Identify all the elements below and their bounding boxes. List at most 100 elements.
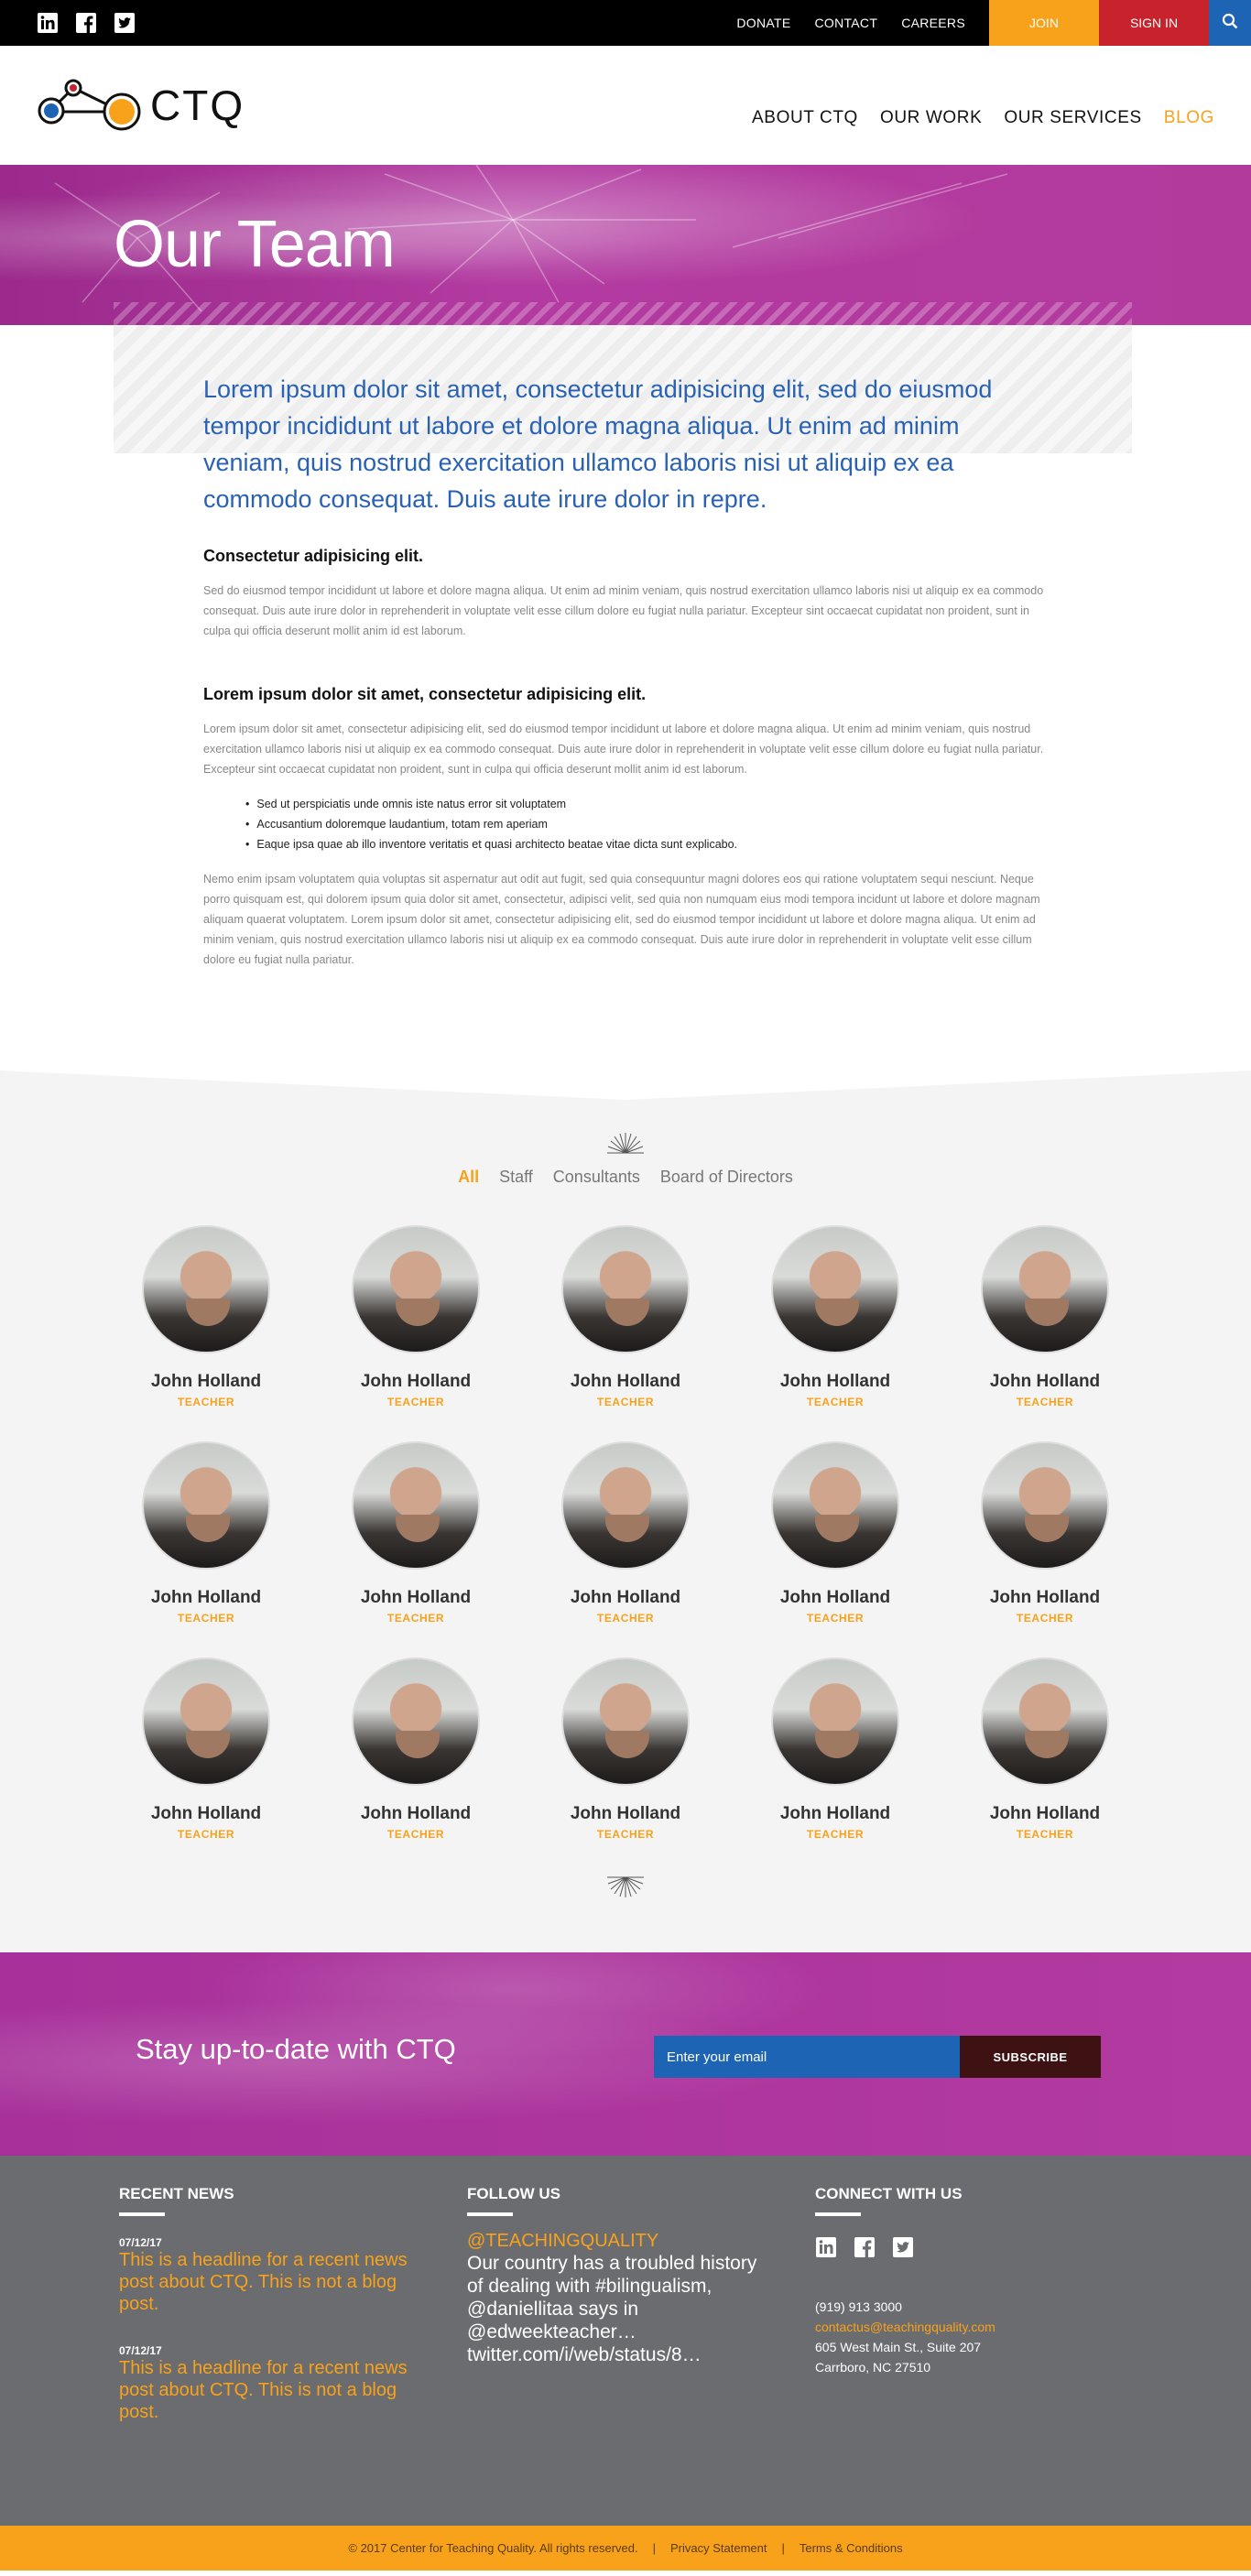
avatar [771,1225,899,1353]
recent-news-column: RECENT NEWS 07/12/17 This is a headline … [119,2185,467,2526]
connect-column: CONNECT WITH US (919) 913 3000 contactus… [815,2185,1090,2526]
avatar [981,1441,1109,1570]
avatar [771,1658,899,1786]
twitter-icon[interactable] [114,12,136,34]
list-item: Sed ut perspiciatis unde omnis iste natu… [245,794,1048,814]
contact-link[interactable]: CONTACT [814,16,877,30]
avatar [561,1441,690,1570]
nav-our-work[interactable]: OUR WORK [880,108,982,128]
team-member-card[interactable]: John Holland TEACHER [941,1225,1150,1408]
member-role: TEACHER [596,1828,655,1841]
member-name: John Holland [150,1372,262,1391]
member-role: TEACHER [1016,1612,1074,1625]
team-filter-tabs: All Staff Consultants Board of Directors [0,1168,1251,1187]
member-role: TEACHER [386,1396,445,1408]
team-member-card[interactable]: John Holland TEACHER [102,1225,311,1408]
bullet-list: Sed ut perspiciatis unde omnis iste natu… [245,794,1048,854]
member-role: TEACHER [806,1828,865,1841]
avatar [981,1225,1109,1353]
list-item: Eaque ipsa quae ab illo inventore verita… [245,834,1048,854]
news-headline-link[interactable]: This is a headline for a recent news pos… [119,2357,412,2423]
search-button[interactable] [1209,0,1251,46]
sign-in-button[interactable]: SIGN IN [1099,0,1209,46]
sunburst-divider-icon [0,1100,1251,1155]
newsletter-heading: Stay up-to-date with CTQ [136,2033,456,2065]
member-name: John Holland [779,1588,891,1607]
avatar [352,1441,480,1570]
facebook-icon[interactable] [854,2236,876,2258]
email-field[interactable] [654,2036,960,2078]
avatar [142,1441,270,1570]
team-grid: John Holland TEACHER John Holland TEACHER … [0,1225,1251,1841]
top-bar: DONATE CONTACT CAREERS JOIN SIGN IN [0,0,1251,46]
top-social-links [0,12,136,34]
team-member-card[interactable]: John Holland TEACHER [731,1658,941,1841]
body-paragraph-3: Nemo enim ipsam voluptatem quia voluptas… [203,873,1040,966]
copyright-bar: © 2017 Center for Teaching Quality. All … [0,2526,1251,2571]
news-date: 07/12/17 [119,2344,162,2357]
latest-tweet: Our country has a troubled history of de… [467,2253,757,2365]
member-role: TEACHER [1016,1828,1074,1841]
avatar [142,1658,270,1786]
member-name: John Holland [570,1804,681,1823]
team-member-card[interactable]: John Holland TEACHER [731,1225,941,1408]
team-member-card[interactable]: John Holland TEACHER [311,1658,521,1841]
member-name: John Holland [779,1372,891,1391]
logo-text: CTQ [150,82,245,129]
member-name: John Holland [360,1372,472,1391]
team-member-card[interactable]: John Holland TEACHER [521,1225,731,1408]
member-name: John Holland [150,1588,262,1607]
terms-conditions-link[interactable]: Terms & Conditions [800,2541,903,2555]
news-headline-link[interactable]: This is a headline for a recent news pos… [119,2249,412,2315]
member-role: TEACHER [177,1828,235,1841]
twitter-handle-link[interactable]: @TEACHINGQUALITY [467,2231,815,2252]
team-member-card[interactable]: John Holland TEACHER [521,1441,731,1625]
team-member-card[interactable]: John Holland TEACHER [941,1441,1150,1625]
tab-consultants[interactable]: Consultants [553,1168,640,1187]
team-member-card[interactable]: John Holland TEACHER [731,1441,941,1625]
twitter-icon[interactable] [892,2236,914,2258]
member-role: TEACHER [386,1612,445,1625]
lead-paragraph: Lorem ipsum dolor sit amet, consectetur … [203,375,993,513]
team-member-card[interactable]: John Holland TEACHER [102,1441,311,1625]
facebook-icon[interactable] [75,12,97,34]
section-heading-2: Lorem ipsum dolor sit amet, consectetur … [203,685,647,703]
team-member-card[interactable]: John Holland TEACHER [102,1658,311,1841]
news-date: 07/12/17 [119,2236,162,2249]
newsletter-section: Stay up-to-date with CTQ SUBSCRIBE [0,1952,1251,2156]
team-member-card[interactable]: John Holland TEACHER [521,1658,731,1841]
intro-section: Lorem ipsum dolor sit amet, consectetur … [0,325,1251,970]
tab-all[interactable]: All [458,1168,479,1187]
join-button[interactable]: JOIN [989,0,1099,46]
careers-link[interactable]: CAREERS [901,16,965,30]
tab-staff[interactable]: Staff [499,1168,533,1187]
team-member-card[interactable]: John Holland TEACHER [311,1441,521,1625]
privacy-statement-link[interactable]: Privacy Statement [670,2541,767,2555]
member-role: TEACHER [596,1396,655,1408]
linkedin-icon[interactable] [37,12,59,34]
team-member-card[interactable]: John Holland TEACHER [311,1225,521,1408]
ctq-logo[interactable]: CTQ [33,73,245,137]
nav-our-services[interactable]: OUR SERVICES [1004,108,1141,128]
donate-link[interactable]: DONATE [736,16,790,30]
member-role: TEACHER [177,1612,235,1625]
email-link[interactable]: contactus@teachingquality.com [815,2317,1090,2337]
team-section-notch [0,1071,1251,1100]
nav-blog[interactable]: BLOG [1164,108,1214,128]
member-name: John Holland [150,1804,262,1823]
avatar [981,1658,1109,1786]
avatar [771,1441,899,1570]
address-line-1: 605 West Main St., Suite 207 [815,2340,982,2354]
hero-stripe-decoration [114,302,1132,325]
member-name: John Holland [570,1372,681,1391]
title-underline [815,2212,861,2216]
linkedin-icon[interactable] [815,2236,837,2258]
team-section: All Staff Consultants Board of Directors… [0,1071,1251,1952]
member-name: John Holland [989,1588,1101,1607]
member-role: TEACHER [806,1396,865,1408]
tab-board-of-directors[interactable]: Board of Directors [660,1168,793,1187]
nav-about-ctq[interactable]: ABOUT CTQ [752,108,858,128]
subscribe-button[interactable]: SUBSCRIBE [960,2036,1101,2078]
member-role: TEACHER [1016,1396,1074,1408]
team-member-card[interactable]: John Holland TEACHER [941,1658,1150,1841]
